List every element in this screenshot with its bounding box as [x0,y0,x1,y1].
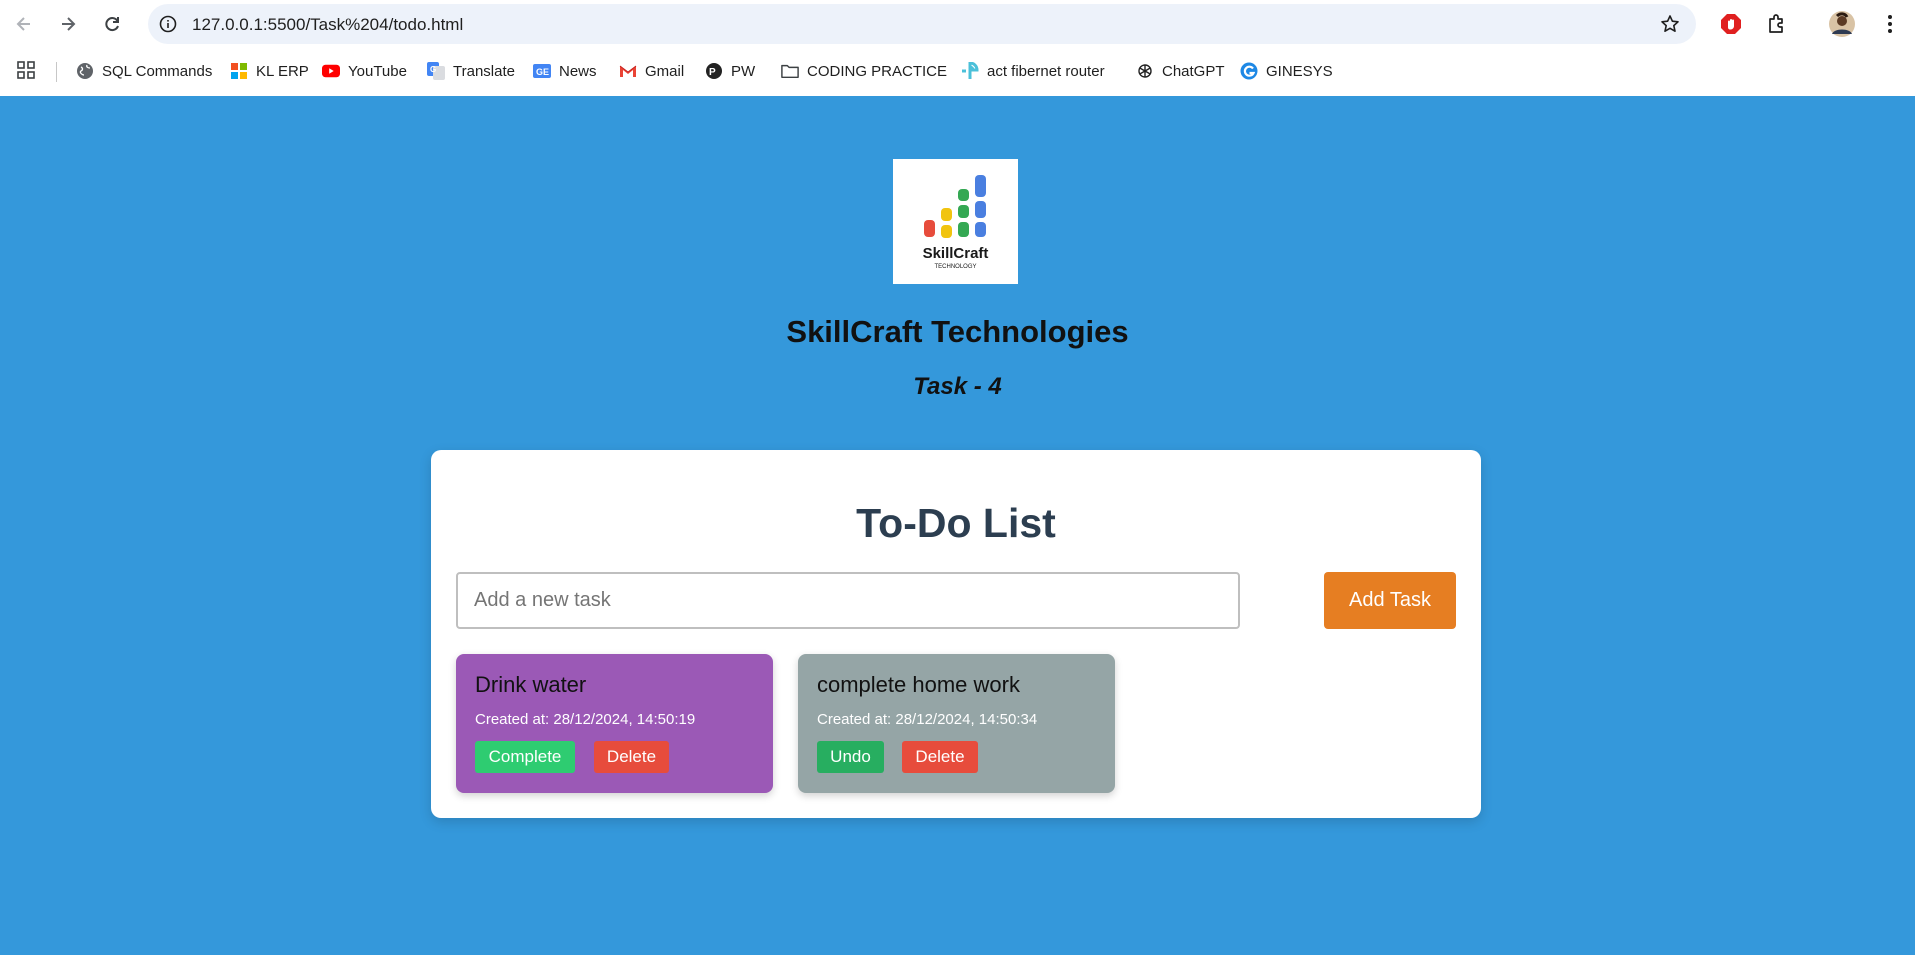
bookmark-ginesys[interactable]: GINESYS [1240,59,1333,83]
bookmark-chatgpt[interactable]: ChatGPT [1136,59,1225,83]
bookmark-label: YouTube [348,62,407,80]
todo-card: To-Do List Add Task Drink water Created … [431,450,1481,818]
new-task-input[interactable] [456,572,1240,629]
bookmark-label: PW [731,62,756,80]
delete-button[interactable]: Delete [902,741,978,773]
pw-icon: P [705,62,723,80]
youtube-icon [322,62,340,80]
logo-wordmark: SkillCraft [923,245,989,262]
adblock-extension-icon[interactable] [1717,10,1745,38]
chatgpt-icon [1136,62,1154,80]
task-label: Task - 4 [913,373,1002,400]
todo-created-at: Created at: 28/12/2024, 14:50:19 [475,711,696,728]
skillcraft-logo-graphic: SkillCraft TECHNOLOGY [923,175,989,270]
svg-text:GE: GE [536,67,549,77]
site-info-icon[interactable] [158,14,178,34]
bookmark-pw[interactable]: P PW [705,59,755,83]
forward-icon[interactable] [54,10,82,38]
add-task-button[interactable]: Add Task [1324,572,1456,629]
kl-erp-icon [230,62,248,80]
bookmark-act-fibernet-router[interactable]: act fibernet router [961,59,1105,83]
bookmark-label: News [559,62,597,80]
globe-icon [76,62,94,80]
browser-menu-icon[interactable] [1876,10,1904,38]
logo-tagline: TECHNOLOGY [934,264,976,270]
svg-text:G: G [430,65,436,74]
folder-icon [781,62,799,80]
bookmark-kl-erp[interactable]: KL ERP [230,59,309,83]
translate-icon: G [427,62,445,80]
bookmarks-divider [56,62,57,82]
todo-item: Drink water Created at: 28/12/2024, 14:5… [456,654,773,793]
undo-button[interactable]: Undo [817,741,884,773]
bookmarks-bar: SQL Commands KL ERP YouTube G Translate … [0,56,1915,86]
reload-icon[interactable] [98,10,126,38]
back-icon[interactable] [10,10,38,38]
bookmark-label: KL ERP [256,62,309,80]
todo-text: Drink water [475,672,587,697]
bookmark-gmail[interactable]: Gmail [619,59,684,83]
browser-chrome: 127.0.0.1:5500/Task%204/todo.html SQL Co… [0,0,1915,96]
gmail-icon [619,62,637,80]
bookmark-label: SQL Commands [102,62,213,80]
bookmark-label: Gmail [645,62,685,80]
bookmark-youtube[interactable]: YouTube [322,59,407,83]
todo-created-at: Created at: 28/12/2024, 14:50:34 [817,711,1038,728]
profile-avatar[interactable] [1828,10,1856,38]
bookmark-label: Translate [453,62,515,80]
svg-text:P: P [709,67,716,78]
bookmark-news[interactable]: GE News [533,59,597,83]
browser-toolbar: 127.0.0.1:5500/Task%204/todo.html [0,0,1915,48]
news-icon: GE [533,62,551,80]
address-bar[interactable]: 127.0.0.1:5500/Task%204/todo.html [148,4,1696,44]
bookmark-label: GINESYS [1266,62,1333,80]
bookmark-label: CODING PRACTICE [807,62,948,80]
extensions-icon[interactable] [1763,10,1791,38]
bookmark-star-icon[interactable] [1658,12,1682,36]
todo-item: complete home work Created at: 28/12/202… [798,654,1115,793]
bookmark-coding-practice[interactable]: CODING PRACTICE [781,59,947,83]
ginesys-icon [1240,62,1258,80]
skillcraft-logo: SkillCraft TECHNOLOGY [893,159,1018,284]
bookmark-label: ChatGPT [1162,62,1225,80]
router-icon [961,62,979,80]
site-title: SkillCraft Technologies [786,314,1129,349]
delete-button[interactable]: Delete [594,741,669,773]
todo-list-title: To-Do List [856,500,1056,546]
apps-grid-icon[interactable] [16,60,38,82]
bookmark-sql-commands[interactable]: SQL Commands [76,59,212,83]
url-text: 127.0.0.1:5500/Task%204/todo.html [192,15,464,34]
complete-button[interactable]: Complete [475,741,575,773]
bookmark-translate[interactable]: G Translate [427,59,515,83]
bookmark-label: act fibernet router [987,62,1105,80]
todo-text: complete home work [817,672,1020,697]
